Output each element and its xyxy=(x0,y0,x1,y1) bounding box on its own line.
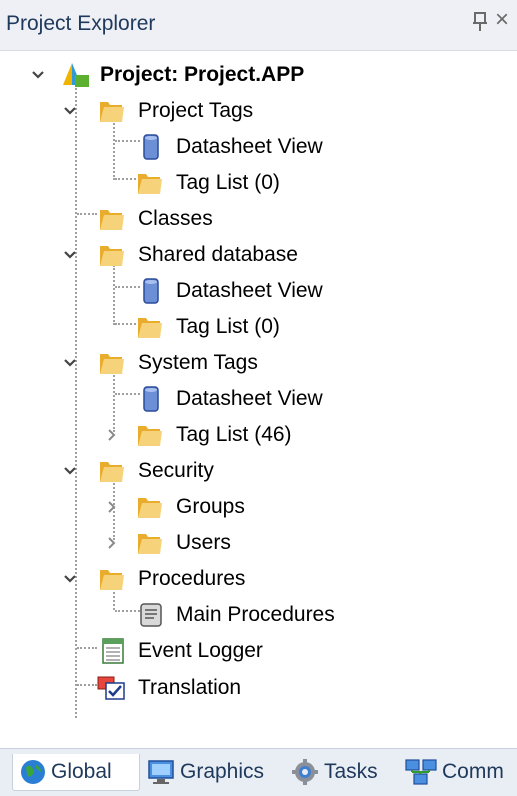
tree-node-project-tags-datasheet[interactable]: Datasheet View xyxy=(0,129,517,165)
tree-item-label: Classes xyxy=(138,207,213,230)
tree-node-security-users[interactable]: Users xyxy=(0,525,517,561)
script-scroll-icon xyxy=(136,601,166,634)
folder-icon xyxy=(136,530,164,561)
chevron-down-icon[interactable] xyxy=(30,67,46,83)
bottom-tab-bar: Global Graphics Tasks Comm xyxy=(0,748,517,796)
translation-icon xyxy=(96,673,128,708)
tree-item-label: Main Procedures xyxy=(176,603,335,626)
chevron-right-icon[interactable] xyxy=(104,535,120,551)
chevron-down-icon[interactable] xyxy=(62,571,78,587)
folder-icon xyxy=(98,566,126,597)
tree-item-label: Project Tags xyxy=(138,99,254,122)
folder-icon xyxy=(98,242,126,273)
tree-item-label: Tag List (46) xyxy=(176,423,292,446)
tab-graphics[interactable]: Graphics xyxy=(146,754,276,790)
panel-title-bar: Project Explorer × xyxy=(0,0,517,51)
folder-icon xyxy=(136,314,164,345)
tab-global[interactable]: Global xyxy=(12,754,140,791)
tree-node-event-logger[interactable]: Event Logger xyxy=(0,633,517,669)
tree-item-label: Procedures xyxy=(138,567,246,590)
monitor-icon xyxy=(148,760,174,784)
folder-icon xyxy=(98,98,126,129)
tree-node-translation[interactable]: Translation xyxy=(0,670,517,706)
tree-root-label: Project: Project.APP xyxy=(100,63,305,86)
folder-icon xyxy=(98,206,126,237)
datasheet-icon xyxy=(141,385,161,418)
project-app-icon xyxy=(60,61,90,94)
tree-item-label: System Tags xyxy=(138,351,258,374)
tree-item-label: Tag List (0) xyxy=(176,315,280,338)
log-sheet-icon xyxy=(100,637,126,670)
tree-item-label: Event Logger xyxy=(138,639,263,662)
folder-icon xyxy=(98,458,126,489)
globe-icon xyxy=(21,760,45,784)
tab-comm[interactable]: Comm xyxy=(404,754,514,790)
folder-icon xyxy=(98,350,126,381)
close-icon[interactable]: × xyxy=(495,8,509,32)
tree-node-project-tags-taglist[interactable]: Tag List (0) xyxy=(0,165,517,201)
tree-item-label: Shared database xyxy=(138,243,298,266)
folder-icon xyxy=(136,422,164,453)
tree-node-shared-database[interactable]: Shared database xyxy=(0,237,517,273)
tree-node-system-datasheet[interactable]: Datasheet View xyxy=(0,381,517,417)
tree-node-project-tags[interactable]: Project Tags xyxy=(0,93,517,129)
panel-title: Project Explorer xyxy=(6,12,156,35)
tree-item-label: Security xyxy=(138,459,214,482)
tree-item-label: Users xyxy=(176,531,231,554)
tree-item-label: Translation xyxy=(138,676,242,699)
tab-label: Global xyxy=(51,760,112,783)
tree-node-classes[interactable]: Classes xyxy=(0,201,517,237)
datasheet-icon xyxy=(141,133,161,166)
tab-label: Comm xyxy=(442,760,504,783)
tree-item-label: Datasheet View xyxy=(176,135,323,158)
chevron-right-icon[interactable] xyxy=(104,427,120,443)
chevron-down-icon[interactable] xyxy=(62,103,78,119)
tree-item-label: Datasheet View xyxy=(176,279,323,302)
tree-node-procedures[interactable]: Procedures xyxy=(0,561,517,597)
tree-node-shared-taglist[interactable]: Tag List (0) xyxy=(0,309,517,345)
tab-tasks[interactable]: Tasks xyxy=(290,754,390,790)
folder-icon xyxy=(136,494,164,525)
tree-item-label: Tag List (0) xyxy=(176,171,280,194)
datasheet-icon xyxy=(141,277,161,310)
project-tree: Project: Project.APP Project Tags Datash… xyxy=(0,50,517,740)
network-icon xyxy=(405,759,437,785)
tree-item-label: Groups xyxy=(176,495,245,518)
tree-node-security[interactable]: Security xyxy=(0,453,517,489)
gear-icon xyxy=(292,759,318,785)
chevron-down-icon[interactable] xyxy=(62,247,78,263)
folder-icon xyxy=(136,170,164,201)
pin-icon[interactable] xyxy=(470,10,490,34)
tab-label: Tasks xyxy=(324,760,378,783)
tab-label: Graphics xyxy=(180,760,265,783)
tree-node-root[interactable]: Project: Project.APP xyxy=(0,57,517,93)
tree-node-main-procedures[interactable]: Main Procedures xyxy=(0,597,517,633)
tree-node-security-groups[interactable]: Groups xyxy=(0,489,517,525)
tree-node-system-tags[interactable]: System Tags xyxy=(0,345,517,381)
chevron-down-icon[interactable] xyxy=(62,463,78,479)
chevron-down-icon[interactable] xyxy=(62,355,78,371)
tree-node-system-taglist[interactable]: Tag List (46) xyxy=(0,417,517,453)
chevron-right-icon[interactable] xyxy=(104,499,120,515)
tree-item-label: Datasheet View xyxy=(176,387,323,410)
tree-node-shared-datasheet[interactable]: Datasheet View xyxy=(0,273,517,309)
